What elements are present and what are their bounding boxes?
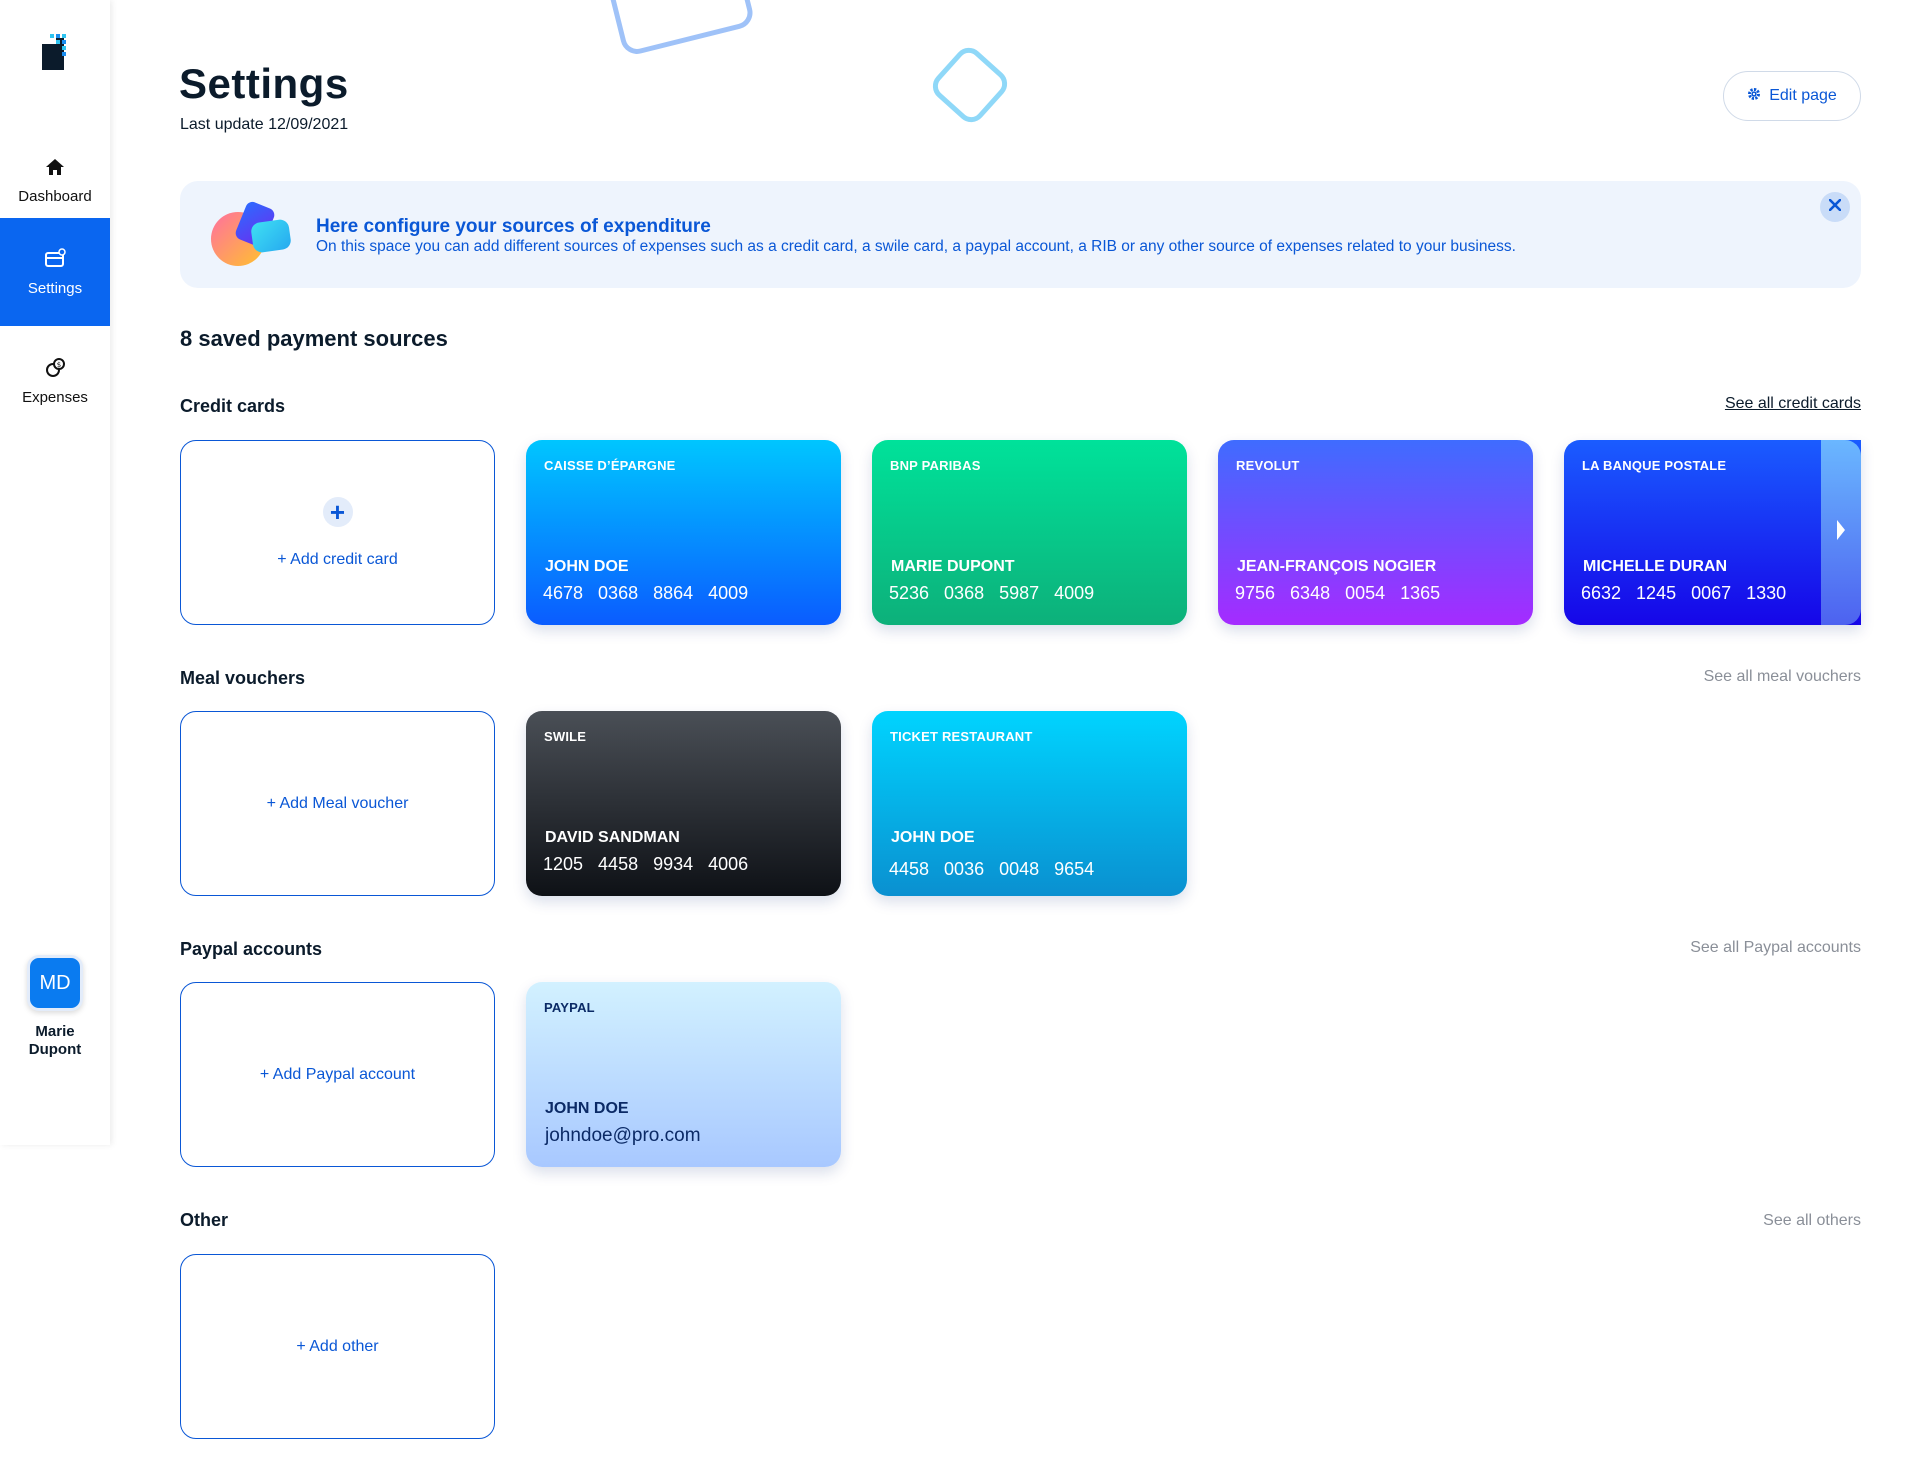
payment-sources-count: 8 saved payment sources — [180, 326, 448, 351]
card-bank: TICKET RESTAURANT — [890, 729, 1033, 744]
sidebar-item-settings[interactable]: Settings — [0, 218, 110, 326]
card-holder: JOHN DOE — [545, 558, 629, 575]
svg-text:$: $ — [57, 361, 61, 369]
add-credit-card-label: + Add credit card — [277, 550, 398, 568]
banner-title: Here configure your sources of expenditu… — [316, 216, 711, 237]
close-button[interactable] — [1820, 192, 1850, 222]
card-holder: JOHN DOE — [891, 829, 975, 846]
card-bank: LA BANQUE POSTALE — [1582, 458, 1727, 473]
user-name: Marie Dupont — [28, 1023, 82, 1058]
edit-page-button[interactable]: Edit page — [1723, 71, 1861, 121]
card-holder: DAVID SANDMAN — [545, 829, 680, 846]
credit-card[interactable]: LA BANQUE POSTALE MICHELLE DURAN 6632 12… — [1564, 440, 1861, 625]
add-other-button[interactable]: + Add other — [180, 1254, 495, 1439]
paypal-account-card[interactable]: PAYPAL JOHN DOE johndoe@pro.com — [526, 982, 841, 1167]
banner-text: On this space you can add different sour… — [316, 238, 1516, 255]
section-title-meal-vouchers: Meal vouchers — [180, 668, 306, 688]
card-number: 1205 4458 9934 4006 — [543, 854, 749, 874]
last-update-text: Last update 12/09/2021 — [180, 116, 349, 133]
sidebar-item-label: Dashboard — [18, 187, 92, 205]
credit-card[interactable]: CAISSE D’ÉPARGNE JOHN DOE 4678 0368 8864… — [526, 440, 841, 625]
card-bank: PAYPAL — [544, 1000, 595, 1015]
card-holder: JOHN DOE — [545, 1100, 629, 1117]
add-paypal-account-label: + Add Paypal account — [259, 1065, 416, 1083]
credit-card[interactable]: BNP PARIBAS MARIE DUPONT 5236 0368 5987 … — [872, 440, 1187, 625]
card-holder: MICHELLE DURAN — [1583, 558, 1727, 575]
see-all-credit-cards-link[interactable]: See all credit cards — [1725, 395, 1861, 413]
card-number: 5236 0368 5987 4009 — [889, 583, 1095, 603]
add-meal-voucher-label: + Add Meal voucher — [266, 794, 409, 812]
card-number: 6632 1245 0067 1330 — [1581, 583, 1787, 603]
close-icon — [1828, 198, 1842, 216]
see-all-paypal-accounts-link[interactable]: See all Paypal accounts — [1690, 939, 1861, 957]
card-holder: JEAN-FRANÇOIS NOGIER — [1237, 558, 1437, 575]
section-title-paypal-accounts: Paypal accounts — [180, 939, 323, 959]
sidebar-item-label: Expenses — [22, 388, 88, 406]
sidebar-item-expenses[interactable]: $ Expenses — [0, 327, 110, 435]
credit-card[interactable]: REVOLUT JEAN-FRANÇOIS NOGIER 9756 6348 0… — [1218, 440, 1533, 625]
card-bank: REVOLUT — [1236, 458, 1300, 473]
paypal-email: johndoe@pro.com — [545, 1125, 701, 1146]
edit-page-label: Edit page — [1769, 87, 1837, 104]
card-bank: SWILE — [544, 729, 587, 744]
sidebar-item-label: Settings — [27, 279, 83, 297]
card-number: 9756 6348 0054 1365 — [1235, 583, 1441, 603]
chevron-right-icon — [1835, 518, 1847, 547]
page-title: Settings — [179, 60, 349, 107]
cards-illustration — [211, 201, 291, 266]
card-number: 4678 0368 8864 4009 — [543, 583, 749, 603]
add-meal-voucher-button[interactable]: + Add Meal voucher — [180, 711, 495, 896]
section-title-credit-cards: Credit cards — [180, 396, 286, 416]
home-icon — [44, 156, 66, 178]
carousel-next-button[interactable] — [1821, 440, 1861, 625]
gear-icon — [1747, 87, 1761, 106]
plus-icon: + — [322, 496, 353, 527]
app-logo[interactable] — [40, 34, 70, 72]
avatar[interactable]: MD — [27, 955, 83, 1011]
card-bank: BNP PARIBAS — [890, 458, 981, 473]
card-holder: MARIE DUPONT — [891, 558, 1015, 575]
meal-voucher-card[interactable]: TICKET RESTAURANT JOHN DOE 4458 0036 004… — [872, 711, 1187, 896]
decorative-shape — [932, 47, 1008, 123]
sidebar: Dashboard Settings $ Expenses MD Marie D… — [0, 0, 110, 1145]
meal-voucher-card[interactable]: SWILE DAVID SANDMAN 1205 4458 9934 4006 — [526, 711, 841, 896]
decorative-shape — [605, 0, 753, 54]
add-paypal-account-button[interactable]: + Add Paypal account — [180, 982, 495, 1167]
info-banner: Here configure your sources of expenditu… — [180, 181, 1861, 288]
add-credit-card-button[interactable]: + + Add credit card — [180, 440, 495, 625]
settings-card-icon — [44, 247, 66, 270]
expenses-icon: $ — [44, 357, 66, 379]
user-profile[interactable]: MD Marie Dupont — [0, 955, 110, 1059]
add-other-label: + Add other — [296, 1337, 379, 1355]
section-title-other: Other — [180, 1210, 229, 1230]
see-all-others-link[interactable]: See all others — [1763, 1212, 1861, 1230]
card-number: 4458 0036 0048 9654 — [889, 859, 1095, 879]
card-bank: CAISSE D’ÉPARGNE — [544, 458, 676, 473]
see-all-meal-vouchers-link[interactable]: See all meal vouchers — [1704, 668, 1861, 686]
